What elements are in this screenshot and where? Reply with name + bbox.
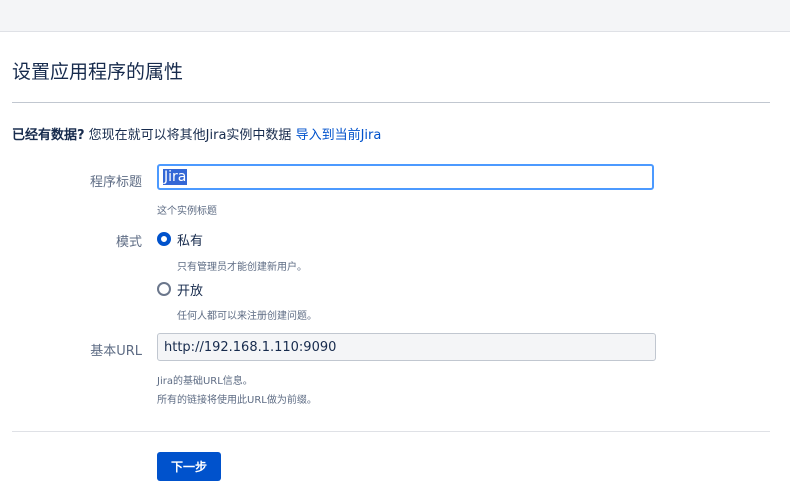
app-title-label: 程序标题 (89, 175, 142, 190)
import-link[interactable]: 导入到当前Jira (296, 128, 382, 143)
top-header-bar (0, 0, 790, 32)
base-url-label: 基本URL (90, 344, 142, 359)
mode-label: 模式 (115, 235, 142, 250)
mode-private-label[interactable]: 私有 (177, 230, 203, 249)
next-button[interactable]: 下一步 (157, 452, 221, 481)
base-url-input[interactable]: http://192.168.1.110:9090 (157, 333, 656, 361)
mode-public-radio[interactable] (157, 282, 171, 296)
base-url-prefix-hint: 所有的链接将使用此URL做为前缀。 (157, 395, 317, 406)
import-question: 已经有数据? (12, 128, 85, 143)
app-title-hint: 这个实例标题 (157, 206, 217, 217)
app-title-input[interactable]: Jira (157, 164, 654, 190)
footer-divider (12, 431, 770, 432)
import-text: 您现在就可以将其他Jira实例中数据 (84, 128, 296, 143)
base-url-hint: Jira的基础URL信息。 (157, 376, 253, 387)
mode-public-hint: 任何人都可以来注册创建问题。 (177, 311, 317, 322)
mode-private-hint: 只有管理员才能创建新用户。 (177, 262, 307, 273)
app-title-value: Jira (163, 169, 188, 185)
mode-private-radio[interactable] (157, 232, 171, 246)
base-url-value: http://192.168.1.110:9090 (164, 339, 337, 355)
page-title: 设置应用程序的属性 (12, 61, 184, 83)
mode-public-label[interactable]: 开放 (177, 280, 203, 299)
title-divider (12, 102, 770, 103)
import-notice: 已经有数据? 您现在就可以将其他Jira实例中数据 导入到当前Jira (12, 124, 381, 143)
